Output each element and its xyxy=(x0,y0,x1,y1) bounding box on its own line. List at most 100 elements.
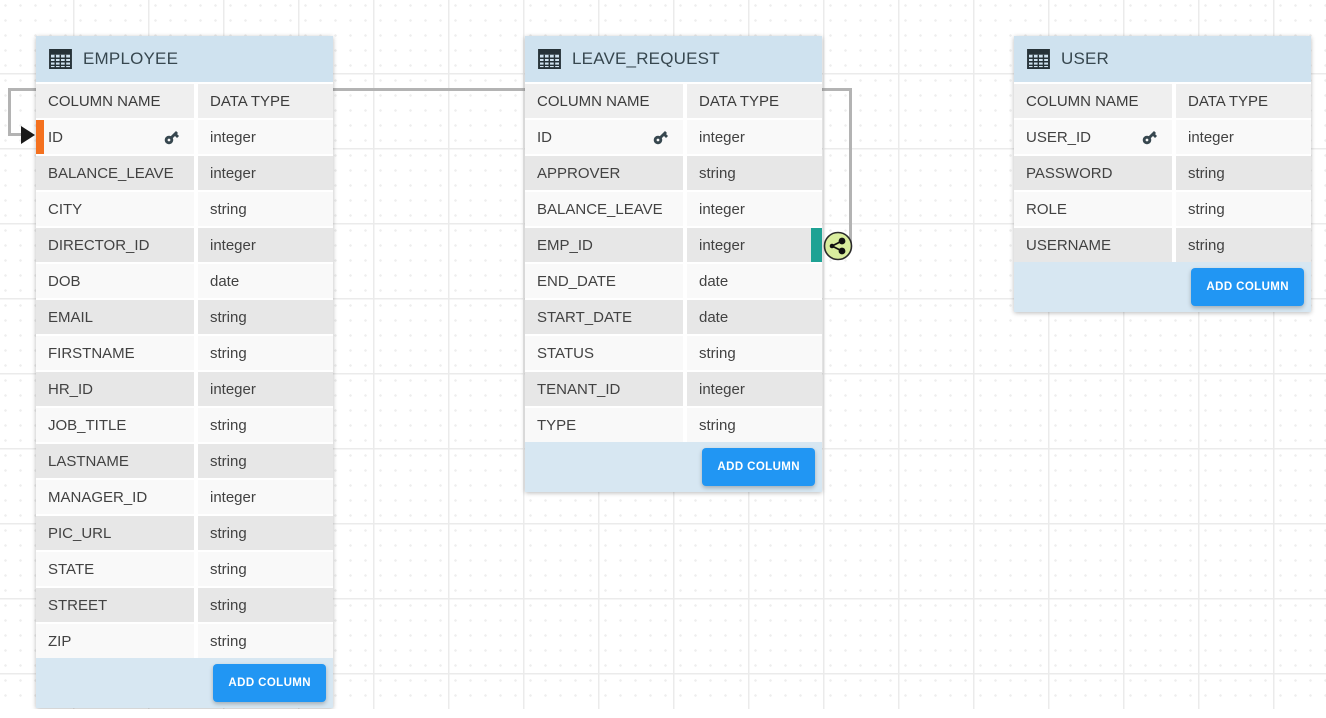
table-titlebar[interactable]: LEAVE_REQUEST xyxy=(525,36,822,82)
relationship-line-right xyxy=(849,88,852,246)
column-type: integer xyxy=(210,237,256,254)
column-type: string xyxy=(210,633,247,650)
primary-key-icon xyxy=(648,125,672,149)
relationship-arrowhead-icon xyxy=(21,126,35,144)
table-titlebar[interactable]: USER xyxy=(1014,36,1311,82)
table-grid-icon xyxy=(538,49,561,69)
column-name: HR_ID xyxy=(48,381,93,398)
table-grid-icon xyxy=(1027,49,1050,69)
add-column-button[interactable]: ADD COLUMN xyxy=(213,664,326,702)
table-row[interactable]: APPROVER string xyxy=(525,154,822,190)
column-type: integer xyxy=(699,381,745,398)
column-name: PIC_URL xyxy=(48,525,111,542)
table-row[interactable]: ZIP string xyxy=(36,622,333,658)
column-type: date xyxy=(699,273,728,290)
add-column-button[interactable]: ADD COLUMN xyxy=(1191,268,1304,306)
table-row[interactable]: START_DATE date xyxy=(525,298,822,334)
column-type: string xyxy=(699,165,736,182)
table-row[interactable]: EMP_ID integer xyxy=(525,226,822,262)
table-row[interactable]: ROLE string xyxy=(1014,190,1311,226)
column-type: string xyxy=(210,309,247,326)
column-type: integer xyxy=(210,489,256,506)
table-row[interactable]: STATE string xyxy=(36,550,333,586)
primary-key-icon xyxy=(1137,125,1161,149)
table-row[interactable]: STREET string xyxy=(36,586,333,622)
table-row[interactable]: BALANCE_LEAVE integer xyxy=(525,190,822,226)
table-footer: ADD COLUMN xyxy=(1014,262,1311,312)
column-name: APPROVER xyxy=(537,165,620,182)
table-row[interactable]: TENANT_ID integer xyxy=(525,370,822,406)
column-name: START_DATE xyxy=(537,309,632,326)
column-type: string xyxy=(210,561,247,578)
column-name: USERNAME xyxy=(1026,237,1111,254)
column-type: string xyxy=(1188,237,1225,254)
table-row[interactable]: HR_ID integer xyxy=(36,370,333,406)
table-row[interactable]: DOB date xyxy=(36,262,333,298)
column-name: PASSWORD xyxy=(1026,165,1112,182)
column-type: string xyxy=(210,453,247,470)
schema-diagram-canvas[interactable]: EMPLOYEE COLUMN NAME DATA TYPE ID intege… xyxy=(0,0,1326,709)
table-grid-icon xyxy=(49,49,72,69)
table-card-leave_request: LEAVE_REQUEST COLUMN NAME DATA TYPE ID i… xyxy=(525,36,822,492)
table-row[interactable]: ID integer xyxy=(525,118,822,154)
column-type: integer xyxy=(699,237,745,254)
table-row[interactable]: JOB_TITLE string xyxy=(36,406,333,442)
relationship-connector-icon[interactable] xyxy=(822,230,854,262)
column-name: USER_ID xyxy=(1026,129,1091,146)
column-name: FIRSTNAME xyxy=(48,345,135,362)
column-type: string xyxy=(699,345,736,362)
data-type-header: DATA TYPE xyxy=(699,93,779,110)
table-footer: ADD COLUMN xyxy=(36,658,333,708)
table-row[interactable]: LASTNAME string xyxy=(36,442,333,478)
column-name: ID xyxy=(48,129,63,146)
table-row[interactable]: DIRECTOR_ID integer xyxy=(36,226,333,262)
table-titlebar[interactable]: EMPLOYEE xyxy=(36,36,333,82)
table-card-employee: EMPLOYEE COLUMN NAME DATA TYPE ID intege… xyxy=(36,36,333,708)
table-row[interactable]: EMAIL string xyxy=(36,298,333,334)
column-name-header: COLUMN NAME xyxy=(48,93,161,110)
column-type: date xyxy=(210,273,239,290)
table-row[interactable]: CITY string xyxy=(36,190,333,226)
column-type: integer xyxy=(210,381,256,398)
column-headers-row: COLUMN NAME DATA TYPE xyxy=(36,82,333,118)
column-headers-row: COLUMN NAME DATA TYPE xyxy=(1014,82,1311,118)
column-type: integer xyxy=(699,201,745,218)
column-type: string xyxy=(210,417,247,434)
column-type: string xyxy=(210,525,247,542)
column-name: CITY xyxy=(48,201,82,218)
table-row[interactable]: STATUS string xyxy=(525,334,822,370)
table-name: LEAVE_REQUEST xyxy=(572,49,720,69)
fk-endpoint-marker xyxy=(811,228,822,262)
table-row[interactable]: ID integer xyxy=(36,118,333,154)
column-name: END_DATE xyxy=(537,273,616,290)
column-type: integer xyxy=(699,129,745,146)
primary-key-icon xyxy=(159,125,183,149)
column-type: integer xyxy=(210,129,256,146)
table-row[interactable]: TYPE string xyxy=(525,406,822,442)
column-type: string xyxy=(1188,165,1225,182)
table-row[interactable]: END_DATE date xyxy=(525,262,822,298)
relationship-line-left xyxy=(8,88,11,135)
table-row[interactable]: MANAGER_ID integer xyxy=(36,478,333,514)
column-name: STATUS xyxy=(537,345,594,362)
table-row[interactable]: USER_ID integer xyxy=(1014,118,1311,154)
table-row[interactable]: PIC_URL string xyxy=(36,514,333,550)
table-card-user: USER COLUMN NAME DATA TYPE USER_ID integ… xyxy=(1014,36,1311,312)
table-row[interactable]: FIRSTNAME string xyxy=(36,334,333,370)
column-name: ROLE xyxy=(1026,201,1067,218)
table-row[interactable]: PASSWORD string xyxy=(1014,154,1311,190)
column-name: DOB xyxy=(48,273,81,290)
pk-endpoint-marker xyxy=(36,120,44,154)
column-name: EMAIL xyxy=(48,309,93,326)
column-type: integer xyxy=(210,165,256,182)
add-column-button[interactable]: ADD COLUMN xyxy=(702,448,815,486)
table-row[interactable]: USERNAME string xyxy=(1014,226,1311,262)
column-name: JOB_TITLE xyxy=(48,417,126,434)
table-row[interactable]: BALANCE_LEAVE integer xyxy=(36,154,333,190)
column-headers-row: COLUMN NAME DATA TYPE xyxy=(525,82,822,118)
column-name: BALANCE_LEAVE xyxy=(48,165,174,182)
table-name: USER xyxy=(1061,49,1109,69)
column-name: STATE xyxy=(48,561,94,578)
column-name: ID xyxy=(537,129,552,146)
column-type: string xyxy=(699,417,736,434)
